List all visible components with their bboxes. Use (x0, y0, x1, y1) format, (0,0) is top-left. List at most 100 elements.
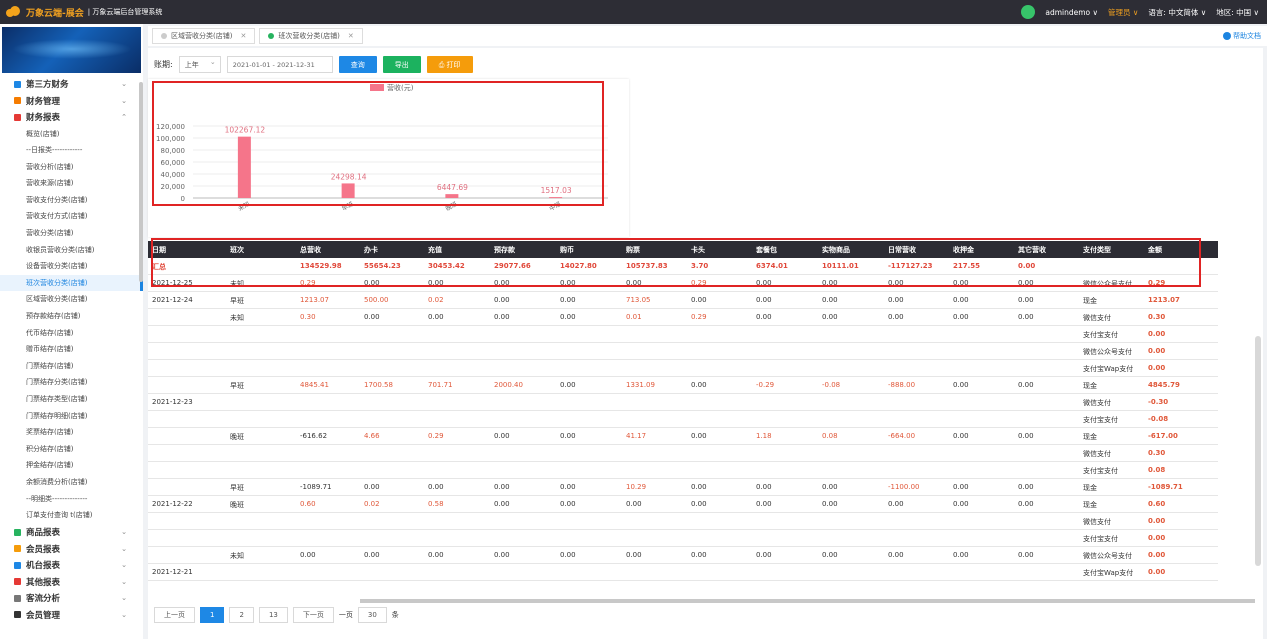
sidebar-subitem[interactable]: 预存款结存(店铺) (0, 308, 143, 325)
menu-icon (14, 561, 21, 569)
table-cell: 晚班 (230, 433, 244, 441)
page-2-button[interactable]: 2 (229, 607, 254, 623)
table-cell: 0.00 (560, 296, 576, 304)
sidebar-group-top0[interactable]: 第三方财务 ⌄ (0, 76, 143, 93)
sidebar-subitem[interactable]: 班次营收分类(店铺) (0, 274, 143, 292)
help-link[interactable]: 帮助文档 (1223, 31, 1261, 41)
role-menu[interactable]: 管理员 ∨ (1108, 7, 1138, 18)
language-select[interactable]: 语言: 中文简体 ∨ (1148, 7, 1206, 18)
sidebar-subitem[interactable]: 赠币结存(店铺) (0, 341, 143, 358)
y-tick-label: 60,000 (161, 159, 186, 167)
period-select[interactable]: 上年 (178, 56, 221, 73)
sidebar-subitem[interactable]: 收银员营收分类(店铺) (0, 242, 143, 259)
sidebar-group-bottom2[interactable]: 机台报表 ⌄ (0, 557, 143, 574)
column-header[interactable]: 日常营收 (888, 245, 916, 255)
sidebar-subitem[interactable]: 区域营收分类(店铺) (0, 291, 143, 308)
table-cell: 0.00 (560, 500, 576, 508)
table-cell: -0.08 (1148, 415, 1169, 423)
column-header[interactable]: 金额 (1148, 245, 1162, 255)
date-range-input[interactable]: 2021-01-01 - 2021-12-31 (226, 56, 333, 73)
table-cell: 2000.40 (494, 381, 523, 389)
column-header[interactable]: 购币 (560, 245, 574, 255)
sidebar-subitem[interactable]: 积分结存(店铺) (0, 441, 143, 458)
next-page-button[interactable]: 下一页 (292, 607, 334, 623)
sidebar-group-bottom4[interactable]: 客流分析 ⌄ (0, 590, 143, 607)
sidebar-subitem[interactable]: 概览(店铺) (0, 126, 143, 143)
sidebar-subitem[interactable]: 营收分析(店铺) (0, 159, 143, 176)
table-cell: 0.29 (691, 279, 707, 287)
page-13-button[interactable]: 13 (258, 607, 288, 623)
tab-region-revenue[interactable]: 区域营收分类(店铺) ✕ (152, 28, 256, 44)
table-cell: 0.00 (1018, 313, 1034, 321)
sidebar-subitem[interactable]: 门票结存类型(店铺) (0, 391, 143, 408)
column-header[interactable]: 购票 (626, 245, 640, 255)
table-cell: 0.29 (1148, 279, 1166, 287)
chevron-icon: ⌄ (121, 80, 127, 89)
sidebar-subitem[interactable]: 门票结存明细(店铺) (0, 408, 143, 425)
print-button[interactable]: ⎙ 打印 (426, 56, 473, 73)
menu-icon (14, 594, 21, 602)
column-header[interactable]: 收押金 (953, 245, 974, 255)
sidebar-group-bottom1[interactable]: 会员报表 ⌄ (0, 540, 143, 557)
table-cell: 微信支付 (1083, 399, 1111, 407)
page-size-input[interactable]: 30 (357, 607, 387, 623)
table-cell: 晚班 (230, 501, 244, 509)
prev-page-button[interactable]: 上一页 (154, 607, 195, 623)
horizontal-scrollbar[interactable] (360, 599, 1255, 603)
column-header[interactable]: 班次 (230, 245, 244, 255)
sidebar-subitem[interactable]: 设备营收分类(店铺) (0, 258, 143, 275)
sidebar-subitem[interactable]: 营收来源(店铺) (0, 175, 143, 192)
sidebar-group-bottom0[interactable]: 商品报表 ⌄ (0, 524, 143, 541)
query-button[interactable]: 查询 (338, 56, 377, 73)
sidebar-scrollbar[interactable] (139, 82, 143, 282)
column-header[interactable]: 预存款 (494, 245, 515, 255)
column-header[interactable]: 套餐包 (756, 245, 777, 255)
sidebar-subitem[interactable]: --日报类------------ (0, 142, 143, 159)
y-tick-label: 40,000 (161, 171, 186, 179)
table-cell: 0.29 (300, 279, 316, 287)
column-header[interactable]: 其它营收 (1018, 245, 1046, 255)
sidebar-subitem[interactable]: 奖票结存(店铺) (0, 424, 143, 441)
column-header[interactable]: 日期 (152, 245, 166, 255)
sidebar-group-top2[interactable]: 财务报表 ⌃ (0, 109, 143, 126)
table-row: 未知 0.30 0.00 0.00 0.00 0.00 0.01 0.29 0.00 0.00 0.… (148, 309, 1218, 326)
sidebar-subitem[interactable]: 营收支付分类(店铺) (0, 192, 143, 209)
sidebar-group-top1[interactable]: 财务管理 ⌄ (0, 93, 143, 110)
sidebar-subitem[interactable]: 门票结存分类(店铺) (0, 374, 143, 391)
close-icon[interactable]: ✕ (240, 32, 246, 40)
menu-label: 财务管理 (26, 96, 61, 107)
table-cell: 0.08 (1148, 466, 1166, 474)
sidebar-subitem[interactable]: 余额消费分析(店铺) (0, 474, 143, 491)
table-cell: -617.00 (1148, 432, 1178, 440)
column-header[interactable]: 支付类型 (1083, 245, 1111, 255)
page-1-button[interactable]: 1 (200, 607, 225, 623)
user-menu[interactable]: admindemo ∨ (1045, 8, 1098, 17)
sidebar-subitem[interactable]: 代币结存(店铺) (0, 325, 143, 342)
table-cell: 早班 (230, 382, 244, 390)
bar (445, 194, 459, 198)
sidebar-subitem[interactable]: 营收支付方式(店铺) (0, 208, 143, 225)
column-header[interactable]: 办卡 (364, 245, 378, 255)
help-label: 帮助文档 (1233, 32, 1261, 40)
close-icon[interactable]: ✕ (348, 32, 354, 40)
table-cell: 2021-12-22 (152, 500, 193, 508)
sidebar-group-bottom3[interactable]: 其他报表 ⌄ (0, 573, 143, 590)
column-header[interactable]: 总营收 (300, 245, 321, 255)
table-cell: 0.00 (1148, 568, 1166, 576)
column-header[interactable]: 充值 (428, 245, 442, 255)
tab-shift-revenue[interactable]: 班次营收分类(店铺) ✕ (259, 28, 363, 44)
sidebar-subitem[interactable]: 订单支付查询 t(店铺) (0, 507, 143, 524)
sidebar-subitem[interactable]: 营收分类(店铺) (0, 225, 143, 242)
avatar[interactable] (1021, 5, 1036, 19)
column-header[interactable]: 卡头 (691, 245, 705, 255)
export-button[interactable]: 导出 (382, 56, 421, 73)
region-select[interactable]: 地区: 中国 ∨ (1216, 7, 1259, 18)
table-cell: -1089.71 (1148, 483, 1183, 491)
column-header[interactable]: 实物商品 (822, 245, 850, 255)
sidebar-subitem[interactable]: 押金结存(店铺) (0, 457, 143, 474)
sidebar-subitem[interactable]: --明细类-------------- (0, 491, 143, 508)
vertical-scrollbar[interactable] (1255, 336, 1261, 566)
table-cell: 0.00 (953, 432, 969, 440)
sidebar-group-bottom5[interactable]: 会员管理 ⌄ (0, 606, 143, 623)
sidebar-subitem[interactable]: 门票结存(店铺) (0, 358, 143, 375)
